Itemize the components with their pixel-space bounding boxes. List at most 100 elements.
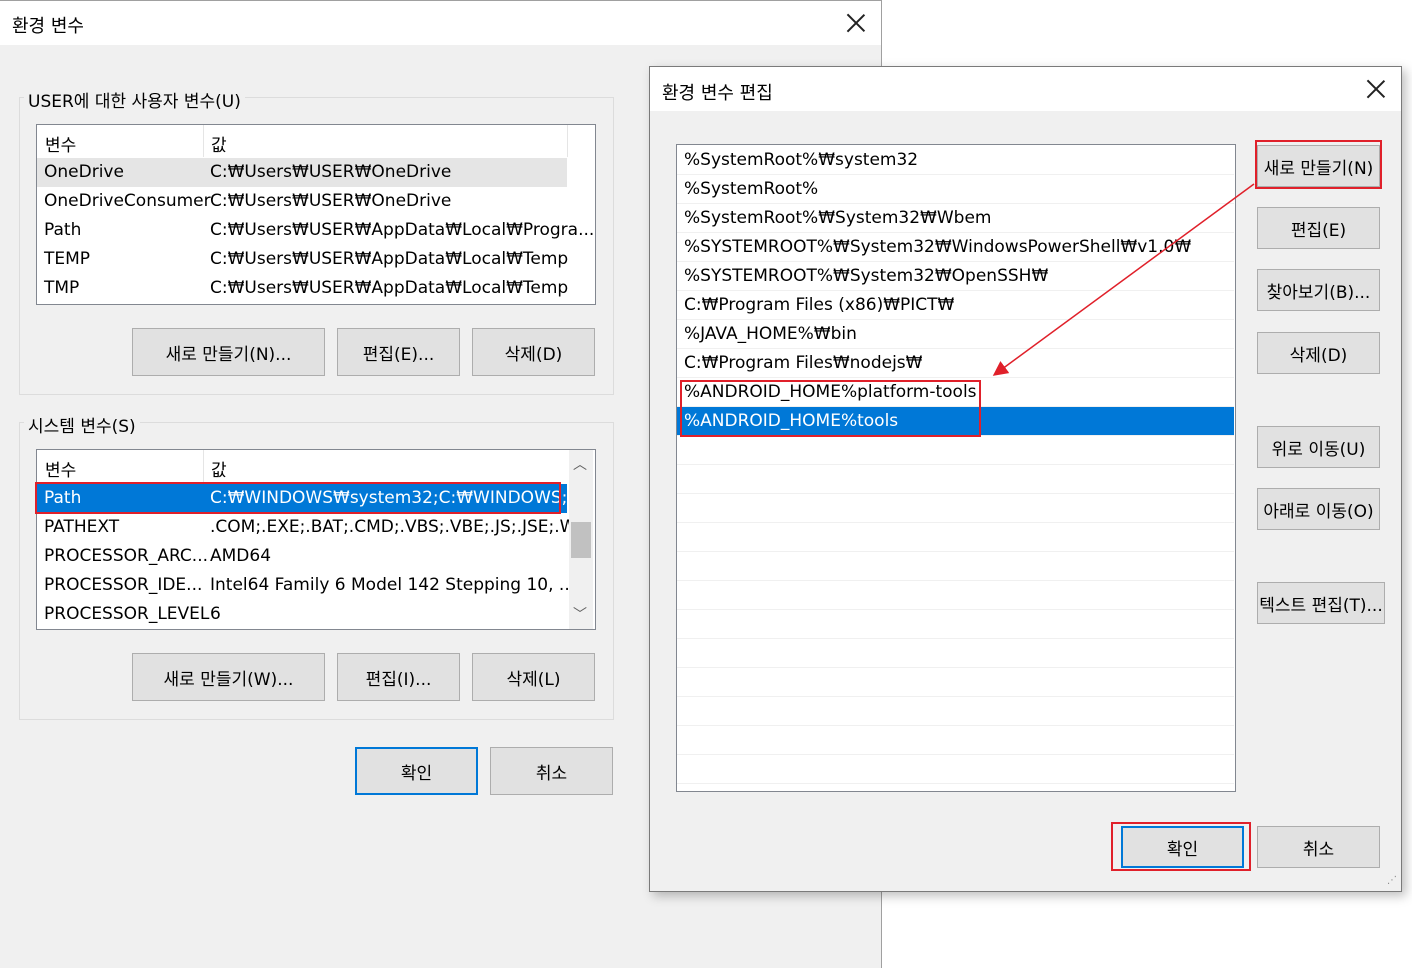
scroll-up-icon[interactable]: ︿ [569,454,591,476]
user-var-row[interactable]: OneDrive C:₩Users₩USER₩OneDrive [37,158,567,187]
empty-entry[interactable] [677,523,1234,552]
var-value: AMD64 [210,546,272,566]
var-value: C:₩Users₩USER₩AppData₩Local₩Temp [210,249,569,269]
path-entry-text: %ANDROID_HOME%platform-tools [684,382,977,402]
path-entry-text: C:₩Program Files (x86)₩PICT₩ [684,295,955,315]
system-vars-scrollbar[interactable]: ︿ ﹀ [569,450,593,629]
path-entry[interactable]: %JAVA_HOME%₩bin [677,320,1234,349]
user-vars-label: USER에 대한 사용자 변수(U) [24,87,245,112]
var-value: C:₩Users₩USER₩AppData₩Local₩Temp [210,278,569,298]
edit-entry-button[interactable]: 편집(E) [1257,207,1380,249]
edit-env-var-title: 환경 변수 편집 [662,83,773,104]
user-edit-button[interactable]: 편집(E)... [337,328,460,376]
browse-button[interactable]: 찾아보기(B)... [1257,269,1380,311]
column-separator[interactable] [567,125,568,157]
system-var-row[interactable]: PROCESSOR_ARC... AMD64 [37,542,567,571]
system-delete-button[interactable]: 삭제(L) [472,653,595,701]
system-vars-list[interactable]: 변수 값 Path C:₩WINDOWS₩system32;C:₩WINDOWS… [36,449,596,630]
var-value: C:₩Users₩USER₩OneDrive [210,162,452,182]
resize-grip-icon[interactable]: ⋰ [1387,876,1401,891]
system-vars-header: 변수 값 [37,450,567,482]
path-entry[interactable]: C:₩Program Files₩nodejs₩ [677,349,1234,378]
var-name: OneDrive [44,162,124,182]
empty-entry[interactable] [677,552,1234,581]
user-var-row[interactable]: TMP C:₩Users₩USER₩AppData₩Local₩Temp [37,274,569,303]
var-name: OneDriveConsumer [44,191,211,211]
user-var-row[interactable]: Path C:₩Users₩USER₩AppData₩Local₩Progra.… [37,216,594,245]
column-separator[interactable] [203,450,204,482]
path-entry-text: %SystemRoot% [684,179,819,199]
path-entry-text: %SystemRoot%₩System32₩Wbem [684,208,992,228]
empty-entry[interactable] [677,494,1234,523]
path-entry[interactable]: %SYSTEMROOT%₩System32₩OpenSSH₩ [677,262,1234,291]
system-var-row[interactable]: Path C:₩WINDOWS₩system32;C:₩WINDOWS;... [37,484,584,513]
new-entry-button[interactable]: 새로 만들기(N) [1257,145,1380,187]
path-entry[interactable]: %SystemRoot% [677,175,1234,204]
ok-button[interactable]: 확인 [355,747,478,795]
col-header-variable[interactable]: 변수 [45,131,76,156]
system-new-button[interactable]: 새로 만들기(W)... [132,653,325,701]
move-down-button[interactable]: 아래로 이동(O) [1257,488,1380,530]
var-name: PROCESSOR_ARC... [44,546,209,566]
var-value: Intel64 Family 6 Model 142 Stepping 10, … [210,575,576,595]
path-entry[interactable]: %ANDROID_HOME%platform-tools [677,378,1234,407]
path-entry[interactable]: %SystemRoot%₩System32₩Wbem [677,204,1234,233]
path-entry-selected[interactable]: %ANDROID_HOME%tools [677,407,1234,436]
user-new-button[interactable]: 새로 만들기(N)... [132,328,325,376]
path-entry-text: C:₩Program Files₩nodejs₩ [684,353,923,373]
empty-entry[interactable] [677,436,1234,465]
path-entry-text: %ANDROID_HOME%tools [684,411,899,431]
empty-entry[interactable] [677,726,1234,755]
user-var-row[interactable]: OneDriveConsumer C:₩Users₩USER₩OneDrive [37,187,567,216]
user-var-row[interactable]: TEMP C:₩Users₩USER₩AppData₩Local₩Temp [37,245,569,274]
column-separator[interactable] [203,125,204,157]
var-value: C:₩Users₩USER₩AppData₩Local₩Progra... [210,220,595,240]
empty-entry[interactable] [677,639,1234,668]
edit-cancel-button[interactable]: 취소 [1257,826,1380,868]
system-var-row[interactable]: PATHEXT .COM;.EXE;.BAT;.CMD;.VBS;.VBE;.J… [37,513,591,542]
path-entry[interactable]: %SystemRoot%₩system32 [677,146,1234,175]
system-var-row[interactable]: PROCESSOR_LEVEL 6 [37,600,567,629]
var-name: PROCESSOR_LEVEL [44,604,210,624]
empty-entry[interactable] [677,668,1234,697]
close-icon[interactable] [1366,79,1386,99]
path-entries-list[interactable]: %SystemRoot%₩system32 %SystemRoot% %Syst… [676,144,1236,792]
col-header-value[interactable]: 값 [211,456,227,481]
system-edit-button[interactable]: 편집(I)... [337,653,460,701]
col-header-variable[interactable]: 변수 [45,456,76,481]
user-vars-header: 변수 값 [37,125,568,157]
var-name: TMP [44,278,80,298]
path-entry[interactable]: C:₩Program Files (x86)₩PICT₩ [677,291,1234,320]
var-name: Path [44,220,82,240]
env-vars-titlebar: 환경 변수 [0,1,881,45]
empty-entry[interactable] [677,581,1234,610]
var-name: PROCESSOR_IDE... [44,575,203,595]
empty-entry[interactable] [677,697,1234,726]
col-header-value[interactable]: 값 [211,131,227,156]
path-entry[interactable]: %SYSTEMROOT%₩System32₩WindowsPowerShell₩… [677,233,1234,262]
system-vars-label: 시스템 변수(S) [24,412,140,437]
scroll-down-icon[interactable]: ﹀ [569,604,591,626]
cancel-button[interactable]: 취소 [490,747,613,795]
var-value: C:₩Users₩USER₩OneDrive [210,191,452,211]
user-delete-button[interactable]: 삭제(D) [472,328,595,376]
close-icon[interactable] [846,13,866,33]
empty-entry[interactable] [677,610,1234,639]
delete-entry-button[interactable]: 삭제(D) [1257,332,1380,374]
text-edit-button[interactable]: 텍스트 편집(T)... [1257,582,1385,624]
empty-entry[interactable] [677,755,1234,784]
edit-ok-button[interactable]: 확인 [1121,826,1244,868]
var-value: .COM;.EXE;.BAT;.CMD;.VBS;.VBE;.JS;.JSE;.… [210,517,591,537]
move-up-button[interactable]: 위로 이동(U) [1257,426,1380,468]
user-vars-list[interactable]: 변수 값 OneDrive C:₩Users₩USER₩OneDrive One… [36,124,596,305]
empty-entry[interactable] [677,465,1234,494]
var-value: C:₩WINDOWS₩system32;C:₩WINDOWS;... [210,488,584,508]
var-value: 6 [210,604,221,624]
var-name: TEMP [44,249,91,269]
edit-env-var-dialog: 환경 변수 편집 %SystemRoot%₩system32 %SystemRo… [649,66,1402,892]
scroll-thumb[interactable] [571,522,591,558]
system-var-row[interactable]: PROCESSOR_IDE... Intel64 Family 6 Model … [37,571,575,600]
path-entry-text: %JAVA_HOME%₩bin [684,324,857,344]
env-vars-title: 환경 변수 [12,16,84,37]
path-entry-text: %SYSTEMROOT%₩System32₩OpenSSH₩ [684,266,1049,286]
